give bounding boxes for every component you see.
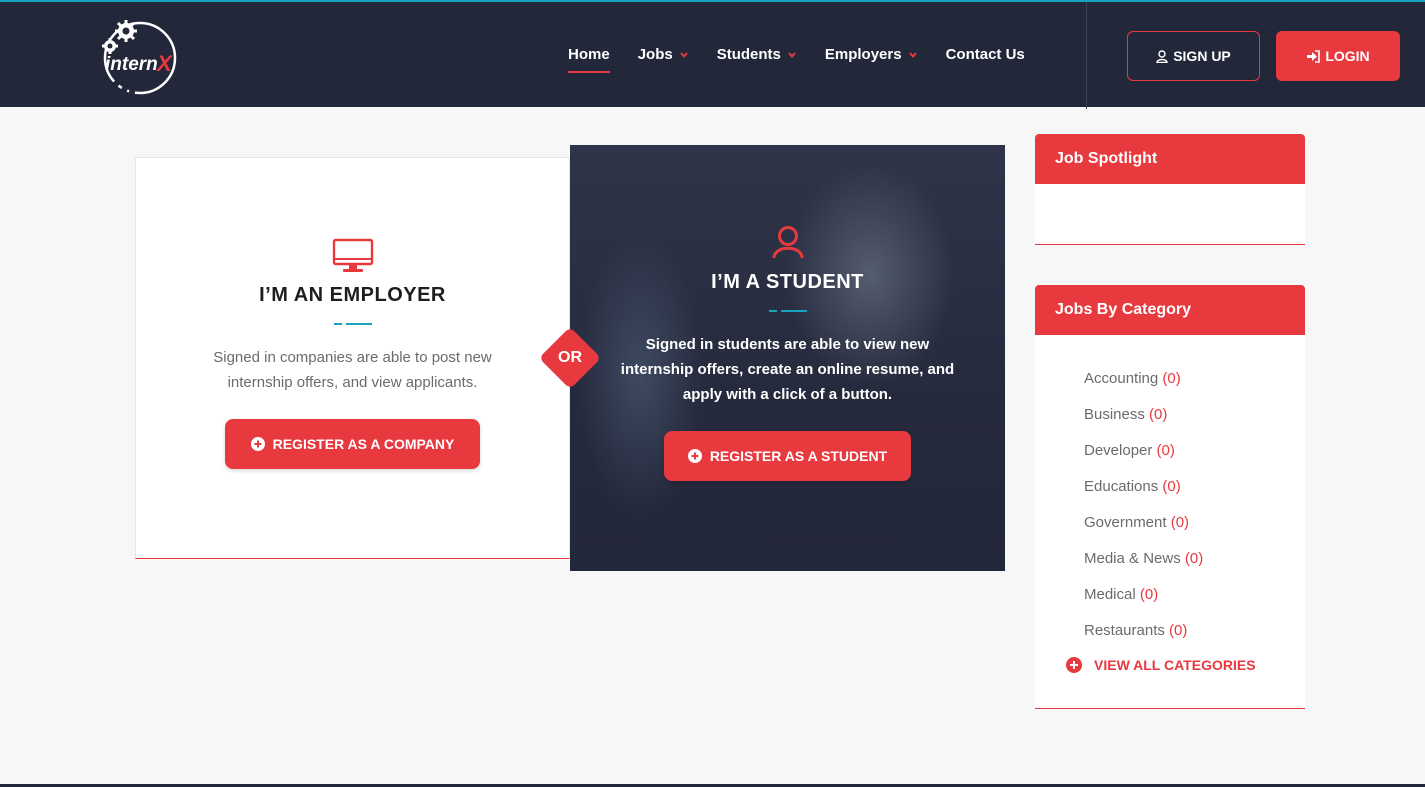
login-label: LOGIN <box>1325 48 1370 64</box>
plus-circle-icon <box>1066 657 1082 673</box>
nav-home-label: Home <box>568 46 610 63</box>
category-name: Business <box>1084 406 1145 423</box>
category-count: (0) <box>1139 586 1159 603</box>
chevron-down-icon <box>908 51 917 58</box>
category-name: Government <box>1084 514 1167 531</box>
site-header: intern X Home Jobs Students Employers Co… <box>0 0 1425 109</box>
nav-employers-label: Employers <box>824 46 902 63</box>
category-count: (0) <box>1170 514 1190 531</box>
employer-title: I’M AN EMPLOYER <box>259 284 446 306</box>
internx-logo[interactable]: intern X <box>98 14 180 96</box>
or-label: OR <box>558 349 582 366</box>
nav-contact-us[interactable]: Contact Us <box>946 46 1025 63</box>
category-count: (0) <box>1162 478 1181 495</box>
nav-students[interactable]: Students <box>717 46 797 63</box>
student-card: I’M A STUDENT Signed in students are abl… <box>570 145 1005 571</box>
monitor-icon <box>332 238 373 272</box>
category-count: (0) <box>1169 622 1188 639</box>
nav-jobs[interactable]: Jobs <box>638 46 689 63</box>
svg-text:X: X <box>155 51 173 76</box>
category-count: (0) <box>1184 550 1204 567</box>
employer-description: Signed in companies are able to post new… <box>213 349 492 391</box>
register-company-button[interactable]: REGISTER AS A COMPANY <box>225 419 480 469</box>
sign-in-icon <box>1307 49 1321 63</box>
student-description: Signed in students are able to view new … <box>620 336 955 403</box>
nav-employers[interactable]: Employers <box>825 46 918 63</box>
main-nav: Home Jobs Students Employers Contact Us <box>568 46 1053 73</box>
category-name: Accounting <box>1084 370 1159 387</box>
view-all-categories-link[interactable]: VIEW ALL CATEGORIES <box>1035 647 1305 683</box>
category-name: Medical <box>1084 586 1136 603</box>
nav-home[interactable]: Home <box>568 46 610 73</box>
user-icon <box>1156 49 1168 63</box>
category-item[interactable]: Business (0) <box>1084 397 1305 433</box>
chevron-down-icon <box>679 51 688 58</box>
login-button[interactable]: LOGIN <box>1276 31 1400 81</box>
jobs-by-category-widget: Jobs By Category Accounting (0) Business… <box>1035 285 1305 709</box>
job-spotlight-widget: Job Spotlight <box>1035 134 1305 245</box>
nav-jobs-label: Jobs <box>637 46 673 63</box>
svg-text:intern: intern <box>105 54 158 75</box>
category-count: (0) <box>1156 442 1175 459</box>
category-item[interactable]: Government (0) <box>1084 505 1305 541</box>
category-item[interactable]: Media & News (0) <box>1084 541 1305 577</box>
category-name: Educations <box>1084 478 1159 495</box>
sign-up-button[interactable]: SIGN UP <box>1127 31 1260 81</box>
employer-card: I’M AN EMPLOYER Signed in companies are … <box>135 157 570 559</box>
chevron-down-icon <box>788 51 796 58</box>
category-item[interactable]: Restaurants (0) <box>1084 613 1305 649</box>
category-item[interactable]: Educations (0) <box>1084 469 1305 505</box>
register-student-label: REGISTER AS A STUDENT <box>709 448 888 464</box>
nav-contact-label: Contact Us <box>945 46 1025 63</box>
plus-circle-icon <box>687 449 702 463</box>
user-icon <box>772 226 803 259</box>
category-item[interactable]: Accounting (0) <box>1084 361 1305 397</box>
header-divider <box>1086 2 1087 109</box>
register-student-button[interactable]: REGISTER AS A STUDENT <box>664 431 911 481</box>
category-list: Accounting (0) Business (0) Developer (0… <box>1035 335 1305 649</box>
category-item[interactable]: Medical (0) <box>1084 577 1305 613</box>
category-name: Developer <box>1084 442 1153 459</box>
category-count: (0) <box>1149 406 1168 423</box>
sign-up-label: SIGN UP <box>1173 48 1231 64</box>
jobs-by-category-title: Jobs By Category <box>1035 285 1305 335</box>
nav-students-label: Students <box>716 46 781 63</box>
view-all-label: VIEW ALL CATEGORIES <box>1094 657 1256 673</box>
title-underline <box>333 323 372 325</box>
category-item[interactable]: Developer (0) <box>1084 433 1305 469</box>
student-title: I’M A STUDENT <box>711 271 864 293</box>
category-name: Restaurants <box>1084 622 1165 639</box>
plus-circle-icon <box>250 437 265 451</box>
category-name: Media & News <box>1084 550 1181 567</box>
register-company-label: REGISTER AS A COMPANY <box>272 436 455 452</box>
title-underline <box>768 310 807 312</box>
category-count: (0) <box>1162 370 1181 387</box>
job-spotlight-title: Job Spotlight <box>1035 134 1305 184</box>
